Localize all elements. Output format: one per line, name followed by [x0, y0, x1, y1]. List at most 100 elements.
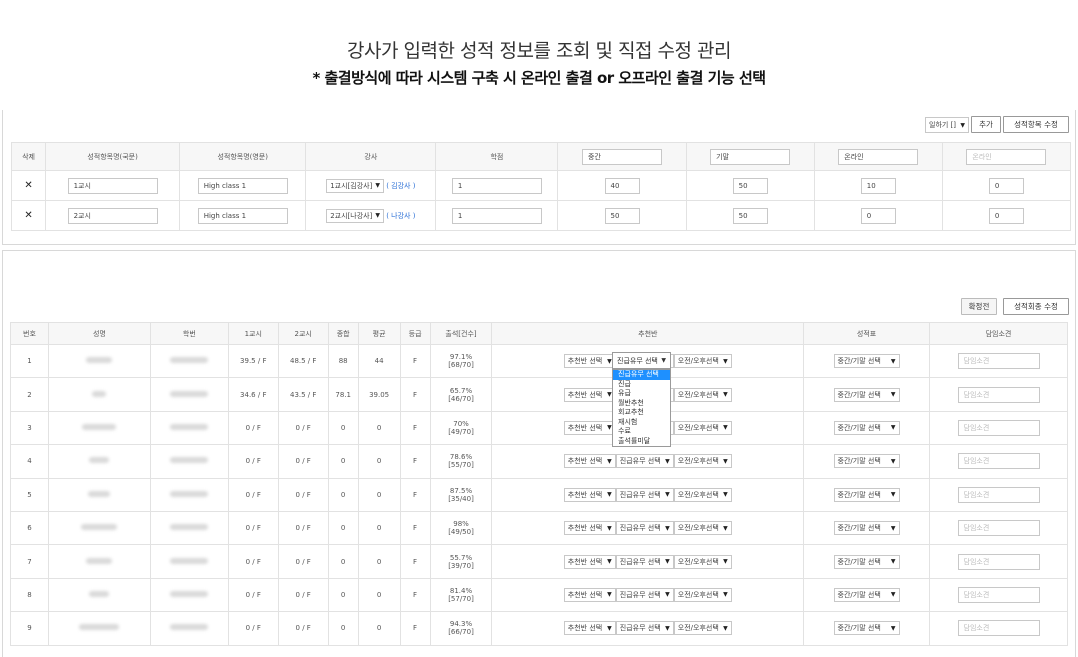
- period2-score: 0 / F: [277, 510, 329, 546]
- promotion-select[interactable]: 진급유무 선택 ▼: [615, 621, 674, 636]
- dropdown-option[interactable]: 진급: [613, 380, 670, 390]
- recommend-class-select[interactable]: 추천반 선택 ▼: [563, 487, 616, 502]
- online-score-input[interactable]: 10: [860, 177, 896, 194]
- promotion-select[interactable]: 진급유무 선택 ▼: [615, 554, 674, 569]
- student-name-cell: [47, 444, 151, 479]
- exam-final-field[interactable]: 기말: [710, 148, 791, 165]
- attendance-count: [35/40]: [448, 494, 474, 503]
- exam-online-field[interactable]: 온라인: [838, 148, 919, 165]
- final-score-input[interactable]: 50: [732, 207, 768, 224]
- report-select[interactable]: 중간/기말 선택 ▼: [833, 521, 900, 536]
- name-en-input[interactable]: High class 1: [197, 177, 288, 194]
- column-header: 1교시: [227, 322, 279, 345]
- report-select[interactable]: 중간/기말 선택 ▼: [833, 487, 900, 502]
- report-select[interactable]: 중간/기말 선택 ▼: [833, 420, 900, 435]
- comment-input[interactable]: 담임소견: [957, 520, 1040, 537]
- promotion-select[interactable]: 진급유무 선택 ▼: [615, 587, 674, 602]
- average-score: 44: [357, 343, 401, 379]
- teacher-select[interactable]: 2교시[나강사] ▼: [326, 208, 384, 223]
- select-label: 중간/기말 선택: [837, 423, 881, 432]
- comment-input[interactable]: 담임소견: [957, 586, 1040, 603]
- urgent-select-open[interactable]: 진급유무 선택 ▼: [612, 352, 671, 369]
- recommend-class-select[interactable]: 추천반 선택 ▼: [563, 621, 616, 636]
- dropdown-option[interactable]: 진급유무 선택: [613, 370, 670, 380]
- ampm-select[interactable]: 오전/오후선택 ▼: [673, 587, 732, 602]
- ampm-select[interactable]: 오전/오후선택 ▼: [673, 487, 732, 502]
- report-cell: 중간/기말 선택 ▼: [803, 577, 930, 613]
- promotion-select[interactable]: 진급유무 선택 ▼: [615, 521, 674, 536]
- edit-grade-items-button[interactable]: 성적항목 수정: [1003, 116, 1069, 133]
- comment-input[interactable]: 담임소견: [957, 620, 1040, 637]
- report-select[interactable]: 중간/기말 선택 ▼: [833, 554, 900, 569]
- table-row: 80 / F0 / F 0 0 F 81.4% [57/70] 추천반 선택 ▼ 진급유무 선택…: [10, 577, 1068, 613]
- grade-cell: F: [399, 510, 431, 546]
- recommend-class-select[interactable]: 추천반 선택 ▼: [563, 387, 616, 402]
- recommend-class-select[interactable]: 추천반 선택 ▼: [563, 587, 616, 602]
- cell: 0: [941, 170, 1072, 201]
- dropdown-option[interactable]: 재시험: [613, 418, 670, 428]
- name-ko-input[interactable]: 1교시: [67, 177, 158, 194]
- report-select[interactable]: 중간/기말 선택 ▼: [833, 354, 900, 369]
- name-en-input[interactable]: High class 1: [197, 207, 288, 224]
- exam-mid-field[interactable]: 중간: [582, 148, 663, 165]
- ampm-select[interactable]: 오전/오후선택 ▼: [673, 554, 732, 569]
- exam-extra-field[interactable]: 온라인: [966, 148, 1047, 165]
- report-cell: 중간/기말 선택 ▼: [803, 477, 930, 512]
- delete-icon[interactable]: ✕: [24, 180, 32, 191]
- chevron-down-icon: ▼: [890, 558, 896, 566]
- edit-final-grades-button[interactable]: 성적회종 수정: [1003, 298, 1069, 315]
- promotion-select[interactable]: 진급유무 선택 ▼: [615, 454, 674, 469]
- recommend-class-select[interactable]: 추천반 선택 ▼: [563, 554, 616, 569]
- row-number: 7: [10, 544, 49, 579]
- attendance-cell: 97.1% [68/70]: [429, 343, 493, 379]
- report-select[interactable]: 중간/기말 선택 ▼: [833, 587, 900, 602]
- ampm-select[interactable]: 오전/오후선택 ▼: [673, 521, 732, 536]
- comment-input[interactable]: 담임소견: [957, 553, 1040, 570]
- dropdown-option[interactable]: 출석률미달: [613, 437, 670, 447]
- ampm-select[interactable]: 오전/오후선택 ▼: [673, 454, 732, 469]
- comment-cell: 담임소견: [929, 343, 1068, 379]
- cell: 1: [435, 170, 559, 201]
- grade-cell: F: [399, 444, 431, 479]
- credit-input[interactable]: 1: [451, 207, 542, 224]
- comment-input[interactable]: 담임소견: [957, 486, 1040, 503]
- recommend-class-select[interactable]: 추천반 선택 ▼: [563, 454, 616, 469]
- online-score-input[interactable]: 0: [860, 207, 896, 224]
- dropdown-option[interactable]: 수료: [613, 427, 670, 437]
- mode-select[interactable]: 일하기 [] ▼: [925, 117, 969, 133]
- confirm-status-button[interactable]: 확정전: [961, 298, 997, 315]
- extra-score-input[interactable]: 0: [988, 207, 1024, 224]
- delete-icon[interactable]: ✕: [24, 210, 32, 221]
- report-select[interactable]: 중간/기말 선택 ▼: [833, 454, 900, 469]
- report-select[interactable]: 중간/기말 선택 ▼: [833, 387, 900, 402]
- name-ko-input[interactable]: 2교시: [67, 207, 158, 224]
- add-button[interactable]: 추가: [971, 116, 1001, 133]
- final-score-input[interactable]: 50: [732, 177, 768, 194]
- recommend-class-select[interactable]: 추천반 선택 ▼: [563, 420, 616, 435]
- comment-input[interactable]: 담임소견: [957, 386, 1040, 403]
- promotion-select[interactable]: 진급유무 선택 ▼: [615, 487, 674, 502]
- comment-input[interactable]: 담임소견: [957, 453, 1040, 470]
- mid-score-input[interactable]: 50: [604, 207, 640, 224]
- urgent-select-label: 진급유무 선택: [617, 356, 658, 365]
- chevron-down-icon: ▼: [890, 491, 896, 499]
- recommend-class-select[interactable]: 추천반 선택 ▼: [563, 354, 616, 369]
- report-select[interactable]: 중간/기말 선택 ▼: [833, 621, 900, 636]
- dropdown-option[interactable]: 월반추천: [613, 399, 670, 409]
- total-score: 0: [327, 477, 359, 512]
- extra-score-input[interactable]: 0: [988, 177, 1024, 194]
- column-header: 성적항목명(국문): [45, 142, 181, 171]
- comment-input[interactable]: 담임소견: [957, 353, 1040, 370]
- ampm-select[interactable]: 오전/오후선택 ▼: [673, 354, 732, 369]
- credit-input[interactable]: 1: [451, 177, 542, 194]
- comment-input[interactable]: 담임소견: [957, 419, 1040, 436]
- column-header: 담임소견: [929, 322, 1068, 345]
- mid-score-input[interactable]: 40: [604, 177, 640, 194]
- ampm-select[interactable]: 오전/오후선택 ▼: [673, 420, 732, 435]
- ampm-select[interactable]: 오전/오후선택 ▼: [673, 387, 732, 402]
- dropdown-option[interactable]: 유급: [613, 389, 670, 399]
- recommend-class-select[interactable]: 추천반 선택 ▼: [563, 521, 616, 536]
- ampm-select[interactable]: 오전/오후선택 ▼: [673, 621, 732, 636]
- teacher-select[interactable]: 1교시[김강사] ▼: [326, 178, 384, 193]
- dropdown-option[interactable]: 회교추천: [613, 408, 670, 418]
